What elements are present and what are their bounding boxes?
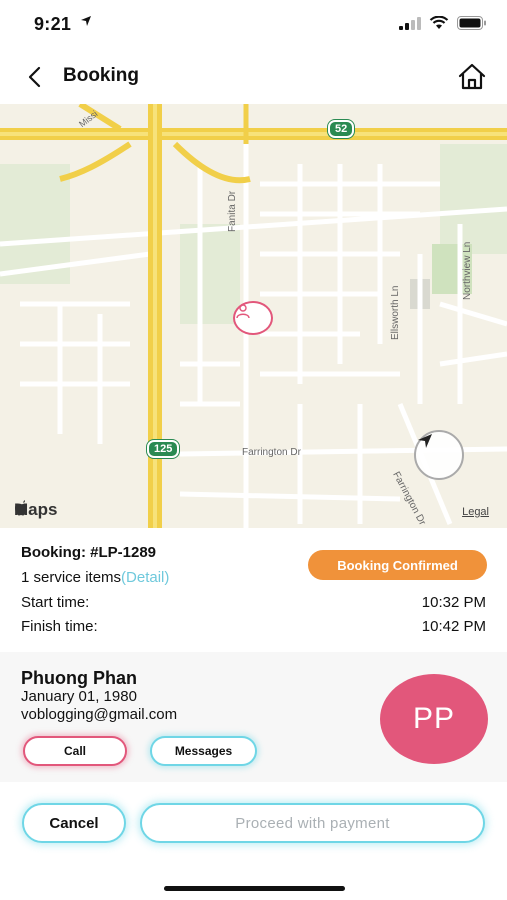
nav-bar: Booking bbox=[0, 50, 507, 104]
call-button[interactable]: Call bbox=[23, 736, 127, 766]
signal-icon bbox=[399, 16, 421, 30]
legal-link[interactable]: Legal bbox=[462, 506, 489, 518]
user-location-pin[interactable] bbox=[233, 301, 273, 335]
chevron-left-icon bbox=[28, 66, 41, 88]
maps-brand: Maps bbox=[14, 500, 57, 520]
street-label-ellsworth: Ellsworth Ln bbox=[390, 285, 401, 340]
navigation-arrow-icon bbox=[418, 434, 432, 448]
avatar: PP bbox=[380, 674, 488, 764]
service-items: 1 service items(Detail) bbox=[21, 569, 169, 586]
locate-me-button[interactable] bbox=[414, 430, 464, 480]
home-icon bbox=[458, 63, 486, 90]
finish-time-label: Finish time: bbox=[21, 618, 98, 635]
customer-dob: January 01, 1980 bbox=[21, 688, 137, 705]
customer-card: Phuong Phan January 01, 1980 voblogging@… bbox=[0, 652, 507, 782]
action-bar: Cancel Proceed with payment bbox=[0, 782, 507, 900]
wifi-icon bbox=[429, 16, 449, 29]
highway-shield-125: 125 bbox=[147, 440, 180, 458]
back-button[interactable] bbox=[20, 62, 48, 92]
booking-id: Booking: #LP-1289 bbox=[21, 544, 157, 561]
finish-time-value: 10:42 PM bbox=[421, 618, 486, 635]
proceed-payment-button[interactable]: Proceed with payment bbox=[140, 803, 485, 843]
cancel-button[interactable]: Cancel bbox=[22, 803, 126, 843]
start-time-label: Start time: bbox=[21, 594, 90, 611]
service-items-count: 1 service items bbox=[21, 569, 122, 586]
home-button[interactable] bbox=[457, 62, 487, 92]
status-time: 9:21 bbox=[34, 14, 72, 34]
status-icons bbox=[399, 16, 487, 30]
home-indicator[interactable] bbox=[164, 886, 345, 891]
user-icon bbox=[236, 304, 250, 319]
battery-icon bbox=[457, 16, 486, 30]
street-label-fanita: Fanita Dr bbox=[227, 190, 238, 232]
customer-email: voblogging@gmail.com bbox=[21, 706, 178, 723]
customer-name: Phuong Phan bbox=[21, 668, 137, 688]
start-time-value: 10:32 PM bbox=[421, 594, 486, 611]
street-label-farrington: Farrington Dr bbox=[242, 447, 301, 458]
highway-shield-52: 52 bbox=[328, 120, 355, 138]
street-label-northview: Northview Ln bbox=[462, 241, 473, 300]
page-title: Booking bbox=[63, 65, 139, 86]
status-badge: Booking Confirmed bbox=[308, 550, 487, 580]
booking-info: Booking: #LP-1289 1 service items(Detail… bbox=[0, 528, 507, 650]
status-bar: 9:21 bbox=[0, 0, 507, 48]
detail-link[interactable]: (Detail) bbox=[121, 569, 169, 586]
messages-button[interactable]: Messages bbox=[150, 736, 257, 766]
map-view[interactable]: Missi 52 Fanita Dr Ellsworth Ln Northvie… bbox=[0, 104, 507, 528]
apple-logo-icon bbox=[15, 500, 27, 516]
location-arrow-icon bbox=[81, 16, 91, 26]
